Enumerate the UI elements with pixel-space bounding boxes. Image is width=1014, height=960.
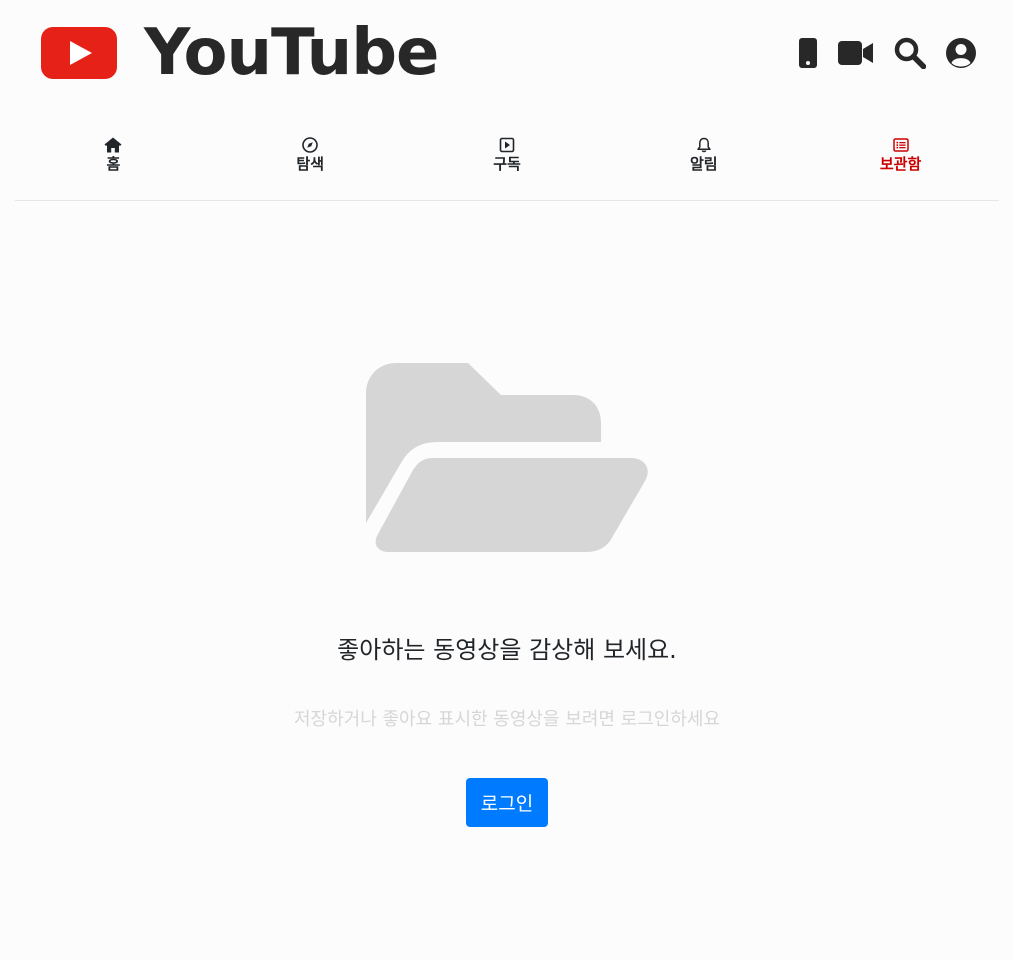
tab-explore[interactable]: 탐색 — [212, 128, 409, 200]
tab-explore-label: 탐색 — [296, 155, 324, 173]
search-icon[interactable] — [894, 37, 926, 69]
youtube-logo[interactable]: YouTube — [41, 16, 439, 90]
video-camera-icon[interactable] — [838, 41, 874, 65]
subscriptions-icon — [499, 137, 515, 153]
empty-state-title: 좋아하는 동영상을 감상해 보세요. — [337, 636, 677, 664]
bottom-tab-nav: 홈 탐색 구독 알림 보관함 — [15, 128, 999, 201]
brand-name: YouTube — [144, 16, 439, 90]
tab-notifications-label: 알림 — [689, 155, 718, 173]
tab-home[interactable]: 홈 — [15, 128, 212, 200]
compass-icon — [302, 137, 318, 153]
tab-subscriptions-label: 구독 — [493, 155, 521, 173]
login-button[interactable]: 로그인 — [466, 778, 548, 827]
tab-library[interactable]: 보관함 — [802, 128, 999, 200]
youtube-play-icon — [41, 27, 117, 79]
empty-state-description: 저장하거나 좋아요 표시한 동영상을 보려면 로그인하세요 — [293, 709, 721, 730]
library-icon — [892, 138, 909, 152]
tab-library-label: 보관함 — [879, 155, 922, 173]
bell-icon — [697, 137, 711, 153]
app-header: YouTube — [0, 0, 1014, 110]
tab-subscriptions[interactable]: 구독 — [409, 128, 606, 200]
tab-home-label: 홈 — [106, 155, 121, 173]
smartphone-icon[interactable] — [798, 38, 818, 68]
tab-notifications[interactable]: 알림 — [605, 128, 802, 200]
folder-open-icon — [366, 363, 648, 552]
user-account-icon[interactable] — [946, 38, 976, 68]
home-icon — [104, 137, 122, 153]
header-actions — [798, 36, 976, 70]
